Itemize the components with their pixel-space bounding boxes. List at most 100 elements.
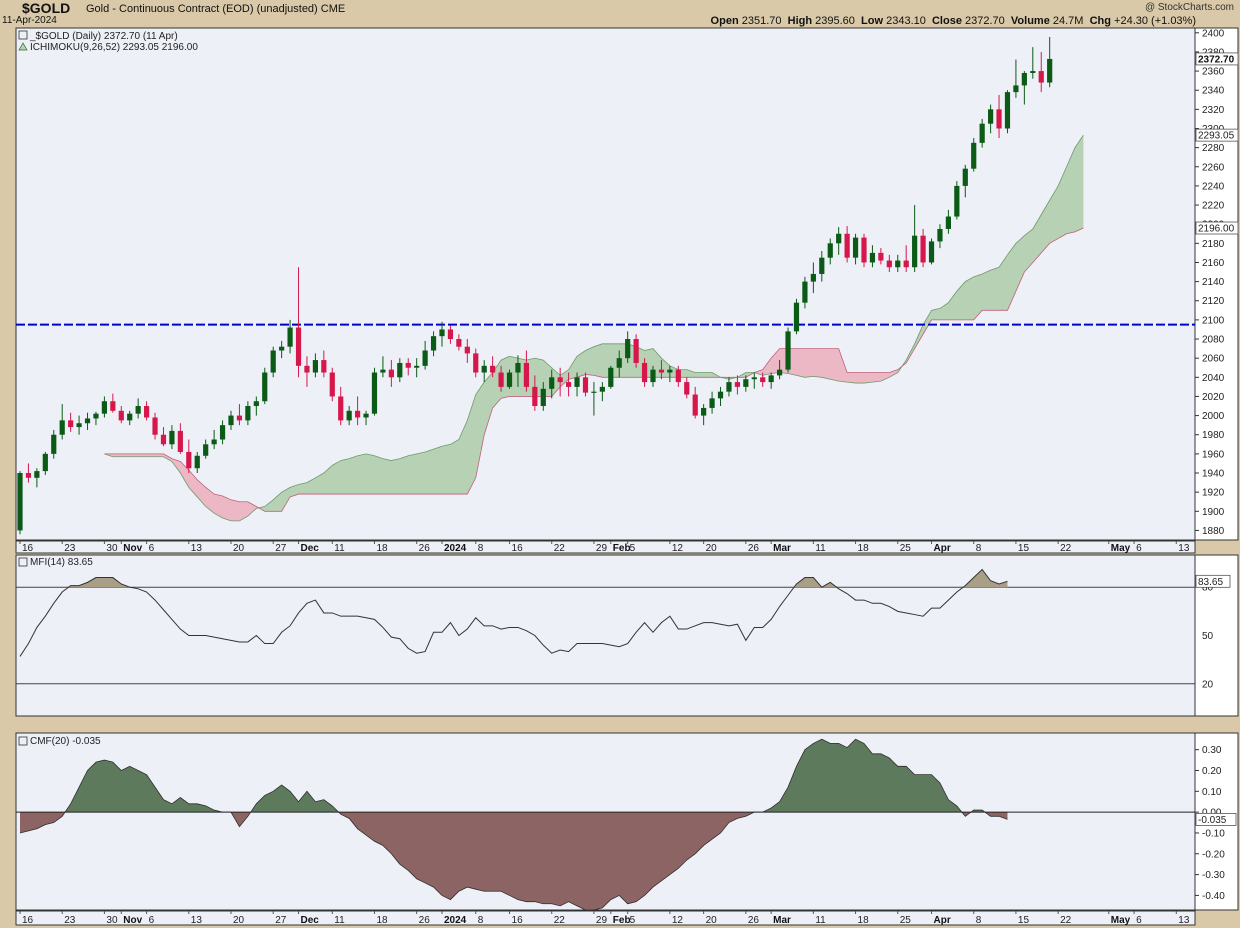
candle-body	[355, 410, 361, 418]
candle-body	[363, 413, 369, 418]
x-tick-label: 30	[106, 543, 118, 554]
cmf-y-tick-label: -0.30	[1202, 870, 1225, 881]
candle-body	[988, 109, 994, 124]
candle-body	[844, 233, 850, 258]
candle-body	[127, 413, 133, 421]
candle-body	[388, 369, 394, 378]
candle-body	[194, 455, 200, 469]
x-tick-label: 12	[672, 543, 684, 554]
mfi-y-tick-label: 20	[1202, 679, 1214, 690]
candle-body	[515, 362, 521, 373]
x-tick-label: 8	[478, 915, 484, 926]
x-axis-lower: 16 23 30 Nov 6 13 20 27 Dec 11 18 26 2024 8 16 22 29 Feb 5…	[15, 910, 1196, 926]
candle-body	[76, 423, 82, 428]
price-y-tick-label: 2120	[1202, 296, 1225, 307]
cmf-y-tick-label: 0.10	[1202, 787, 1222, 798]
candle-body	[726, 382, 732, 392]
candle-body	[371, 372, 378, 414]
x-tick-label: 18	[376, 915, 388, 926]
candle-body	[439, 329, 445, 337]
candle	[633, 334, 639, 368]
x-tick-label: 29	[596, 543, 608, 554]
candle-body	[203, 444, 209, 456]
candle-body	[414, 365, 420, 368]
price-y-tick-label: 1920	[1202, 488, 1225, 499]
candle-body	[945, 216, 951, 229]
x-tick-label: 22	[554, 915, 566, 926]
candle-body	[270, 350, 276, 373]
x-tick-label: Apr	[934, 543, 951, 554]
price-y-tick-label: 1940	[1202, 469, 1225, 480]
candle-body	[51, 434, 57, 454]
x-tick-label: 23	[64, 915, 76, 926]
cmf-y-tick-label: -0.10	[1202, 828, 1225, 839]
candle-body	[903, 260, 909, 268]
chart-canvas[interactable]: 16 23 30 Nov 6 13 20 27 Dec 11 18 26 2024 8 16 22 29 Feb 5…	[0, 0, 1240, 928]
x-tick-label: 6	[1136, 543, 1142, 554]
candle-body	[540, 388, 546, 407]
candle	[506, 369, 513, 389]
candle-body	[574, 377, 580, 387]
x-tick-label: 11	[334, 915, 345, 926]
x-tick-label: 16	[22, 543, 34, 554]
candle-body	[84, 418, 91, 424]
candle-body	[1047, 58, 1053, 83]
span-b-marker: 2196.00	[1198, 224, 1235, 235]
candle-body	[675, 369, 681, 383]
candle-body	[996, 109, 1002, 129]
x-tick-label: 23	[64, 543, 76, 554]
x-tick-label: 25	[900, 543, 912, 554]
price-y-tick-label: 2160	[1202, 258, 1225, 269]
x-tick-label: 30	[106, 915, 118, 926]
candle-body	[498, 372, 504, 387]
x-tick-label: 22	[1060, 915, 1072, 926]
x-tick-label: 26	[419, 543, 431, 554]
candle-body	[734, 382, 740, 387]
candle-body	[287, 327, 293, 347]
candle-body	[912, 235, 918, 268]
x-tick-label: Dec	[301, 543, 320, 554]
x-tick-label: 25	[900, 915, 912, 926]
candle-body	[481, 365, 487, 373]
candle-body	[186, 451, 192, 469]
candle	[17, 471, 23, 535]
candle-body	[692, 394, 698, 416]
x-tick-label: 18	[376, 543, 388, 554]
x-tick-label: May	[1111, 543, 1131, 554]
candle-body	[25, 473, 32, 478]
candle-body	[245, 406, 251, 421]
candle-body	[169, 430, 175, 445]
candle-body	[295, 327, 302, 366]
x-tick-label: 13	[1178, 915, 1190, 926]
x-tick-label: 29	[596, 915, 608, 926]
x-tick-label: 22	[554, 543, 566, 554]
x-tick-label: 13	[191, 543, 203, 554]
price-y-tick-label: 2360	[1202, 67, 1225, 78]
candle	[928, 238, 935, 265]
x-tick-label: Feb	[613, 915, 631, 926]
candle-body	[717, 391, 724, 399]
price-y-tick-label: 1880	[1202, 526, 1225, 537]
x-tick-label: 6	[1136, 915, 1142, 926]
candle-body	[768, 375, 774, 383]
candle-body	[777, 369, 783, 376]
candle-body	[236, 415, 243, 421]
candle-body	[59, 420, 65, 435]
price-y-tick-label: 2340	[1202, 86, 1225, 97]
candle-body	[599, 386, 605, 392]
candle	[329, 367, 335, 402]
candle-body	[464, 346, 470, 354]
candle-body	[253, 401, 259, 407]
candle-body	[937, 228, 943, 242]
candle-body	[490, 365, 496, 373]
candle-body	[802, 281, 808, 303]
candle-body	[118, 410, 124, 421]
price-y-tick-label: 2180	[1202, 239, 1225, 250]
x-tick-label: 18	[858, 915, 870, 926]
cmf-y-tick-label: -0.40	[1202, 891, 1225, 902]
candle-body	[793, 302, 800, 332]
candle-body	[869, 252, 876, 263]
candle-body	[785, 331, 791, 370]
candle-body	[819, 257, 825, 274]
price-y-tick-label: 2040	[1202, 373, 1225, 384]
